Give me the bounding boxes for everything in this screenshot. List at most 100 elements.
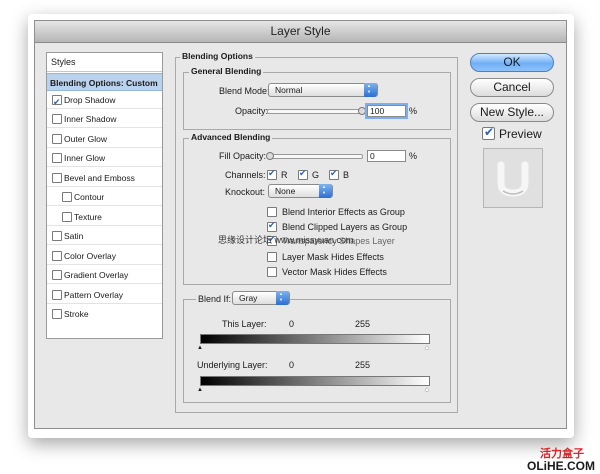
channel-g-checkbox[interactable]	[298, 168, 308, 180]
channel-b-checkbox[interactable]	[329, 168, 339, 180]
fill-opacity-label: Fill Opacity:	[219, 151, 267, 161]
inner-shadow-checkbox[interactable]	[52, 114, 62, 124]
fill-opacity-slider-knob[interactable]	[266, 152, 274, 160]
general-blending-group	[183, 72, 451, 130]
style-item-texture[interactable]: Texture	[47, 208, 162, 226]
knockout-select[interactable]: None	[268, 184, 333, 198]
this-layer-black-handle[interactable]: ▲	[197, 345, 203, 351]
blend-interior-checkbox[interactable]	[267, 207, 277, 217]
gradient-overlay-checkbox[interactable]	[52, 270, 62, 280]
underlying-layer-label: Underlying Layer:	[197, 360, 268, 370]
style-item-label: Stroke	[64, 309, 89, 319]
this-layer-label: This Layer:	[222, 319, 267, 329]
vector-mask-hides-label: Vector Mask Hides Effects	[282, 267, 387, 277]
underlying-black-handle[interactable]: ▲	[197, 387, 203, 393]
style-item-label: Inner Shadow	[64, 114, 117, 124]
new-style-button[interactable]: New Style...	[470, 103, 554, 122]
advanced-blending-title: Advanced Blending	[189, 132, 273, 142]
blend-if-select[interactable]: Gray	[232, 291, 290, 305]
blend-interior-label: Blend Interior Effects as Group	[282, 207, 405, 217]
channels-label: Channels:	[225, 170, 266, 180]
style-item-satin[interactable]: Satin	[47, 227, 162, 245]
style-item-drop-shadow[interactable]: Drop Shadow	[47, 91, 162, 111]
style-item-stroke[interactable]: Stroke	[47, 305, 162, 323]
opacity-input[interactable]: 100	[367, 105, 406, 117]
this-layer-max: 255	[355, 319, 371, 329]
knockout-label: Knockout:	[225, 187, 266, 197]
chevron-updown-icon	[319, 184, 332, 198]
preview-checkbox[interactable]	[482, 125, 495, 140]
center-watermark: 思缘设计论坛 www.missyuan.com	[218, 235, 354, 245]
style-preview-thumbnail	[483, 148, 543, 208]
chevron-updown-icon	[276, 291, 289, 305]
general-blending-title: General Blending	[189, 66, 264, 76]
style-item-label: Drop Shadow	[64, 95, 116, 105]
styles-list: Styles Blending Options: Custom Drop Sha…	[46, 52, 163, 339]
drop-shadow-checkbox[interactable]	[52, 93, 62, 111]
style-item-outer-glow[interactable]: Outer Glow	[47, 130, 162, 148]
this-layer-gradient	[200, 334, 430, 344]
color-overlay-checkbox[interactable]	[52, 251, 62, 261]
blend-mode-label: Blend Mode:	[219, 86, 270, 96]
blend-if-group	[183, 299, 451, 403]
layer-style-dialog: Layer Style Styles Blending Options: Cus…	[34, 20, 567, 429]
channel-r-label: R	[281, 170, 288, 180]
style-item-blending-options[interactable]: Blending Options: Custom	[47, 73, 162, 91]
blend-clipped-checkbox[interactable]	[267, 220, 277, 232]
channel-b-label: B	[343, 170, 350, 180]
fill-opacity-input[interactable]: 0	[367, 150, 406, 162]
style-item-label: Outer Glow	[64, 134, 107, 144]
preview-label: Preview	[499, 127, 542, 141]
channel-g-label: G	[312, 170, 320, 180]
inner-glow-checkbox[interactable]	[52, 153, 62, 163]
underlying-layer-min: 0	[289, 360, 295, 370]
style-item-label: Color Overlay	[64, 251, 116, 261]
channel-r-checkbox[interactable]	[267, 168, 277, 180]
fill-opacity-slider-track[interactable]	[267, 154, 363, 159]
pattern-overlay-checkbox[interactable]	[52, 290, 62, 300]
stroke-checkbox[interactable]	[52, 309, 62, 319]
brand-watermark-en: OLiHE.COM	[527, 459, 595, 473]
blend-if-label: Blend If:	[196, 294, 234, 304]
style-item-label: Satin	[64, 231, 84, 241]
style-item-color-overlay[interactable]: Color Overlay	[47, 247, 162, 265]
style-item-inner-shadow[interactable]: Inner Shadow	[47, 110, 162, 128]
fill-opacity-unit: %	[409, 151, 418, 161]
this-layer-white-handle[interactable]: ▲	[424, 345, 430, 351]
blend-mode-select[interactable]: Normal	[268, 83, 378, 97]
bevel-emboss-checkbox[interactable]	[52, 173, 62, 183]
knockout-value: None	[275, 186, 296, 196]
this-layer-min: 0	[289, 319, 295, 329]
layer-mask-hides-checkbox[interactable]	[267, 252, 277, 262]
opacity-slider-knob[interactable]	[358, 107, 366, 115]
style-item-inner-glow[interactable]: Inner Glow	[47, 149, 162, 167]
vector-mask-hides-checkbox[interactable]	[267, 267, 277, 277]
style-item-contour[interactable]: Contour	[47, 188, 162, 206]
title-bar[interactable]: Layer Style	[35, 21, 566, 43]
chevron-updown-icon	[364, 83, 377, 97]
style-item-pattern-overlay[interactable]: Pattern Overlay	[47, 286, 162, 304]
texture-checkbox[interactable]	[62, 212, 72, 222]
outer-glow-checkbox[interactable]	[52, 134, 62, 144]
underlying-layer-gradient	[200, 376, 430, 386]
underlying-layer-max: 255	[355, 360, 371, 370]
opacity-slider-track[interactable]	[267, 109, 363, 114]
ok-button[interactable]: OK	[470, 53, 554, 72]
preview-swatch-icon	[497, 161, 529, 197]
style-item-label: Bevel and Emboss	[64, 173, 135, 183]
style-item-gradient-overlay[interactable]: Gradient Overlay	[47, 266, 162, 284]
blend-clipped-label: Blend Clipped Layers as Group	[282, 222, 408, 232]
contour-checkbox[interactable]	[62, 192, 72, 202]
window-title: Layer Style	[270, 24, 331, 38]
style-item-bevel-emboss[interactable]: Bevel and Emboss	[47, 169, 162, 187]
blend-mode-value: Normal	[275, 85, 303, 95]
blend-if-value: Gray	[239, 293, 258, 303]
cancel-button[interactable]: Cancel	[470, 78, 554, 97]
underlying-white-handle[interactable]: ▲	[424, 387, 430, 393]
blending-options-title: Blending Options	[180, 51, 255, 61]
opacity-unit: %	[409, 106, 418, 116]
satin-checkbox[interactable]	[52, 231, 62, 241]
style-item-label: Texture	[74, 212, 102, 222]
styles-header[interactable]: Styles	[47, 53, 162, 72]
opacity-label: Opacity:	[235, 106, 269, 116]
